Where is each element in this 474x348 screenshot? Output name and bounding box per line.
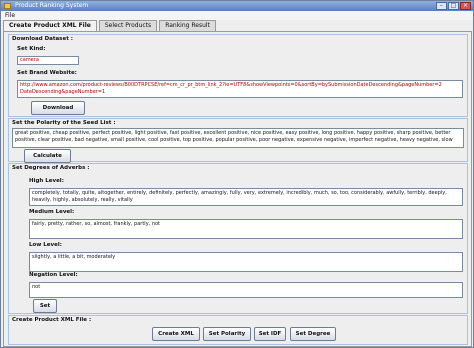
menu-file[interactable]: File <box>5 12 15 19</box>
seed-list-textarea[interactable]: great positive, cheap positive, perfect … <box>12 128 464 148</box>
brand-website-line-1: http://www.amazon.com/product-reviews/B0… <box>20 82 442 88</box>
low-level-input[interactable]: slightly, a little, a bit, moderately <box>29 252 463 272</box>
set-kind-label: Set Kind: <box>17 46 46 52</box>
title-bar: Product Ranking System – □ × <box>1 1 473 11</box>
app-window: Product Ranking System – □ × File Create… <box>0 0 474 348</box>
window-title: Product Ranking System <box>15 2 89 9</box>
low-level-label: Low Level: <box>29 242 62 248</box>
negation-level-input[interactable]: not <box>29 282 463 298</box>
kind-input[interactable]: camera <box>17 56 79 65</box>
brand-website-input[interactable]: http://www.amazon.com/product-reviews/B0… <box>17 80 463 98</box>
create-xml-group: Create Product XML File : Create XML Set… <box>8 315 468 345</box>
maximize-icon[interactable]: □ <box>448 2 459 10</box>
seed-polarity-group: Set the Polarity of the Seed List : grea… <box>8 118 468 163</box>
create-xml-button[interactable]: Create XML <box>152 327 200 341</box>
download-button[interactable]: Download <box>31 101 85 115</box>
window-controls: – □ × <box>436 2 471 10</box>
menu-bar: File <box>1 11 473 20</box>
adverb-degrees-title: Set Degrees of Adverbs : <box>12 165 90 171</box>
tab-create-product-xml[interactable]: Create Product XML File <box>3 20 97 31</box>
set-degree-button[interactable]: Set Degree <box>290 327 336 341</box>
high-level-label: High Level: <box>29 178 64 184</box>
set-button[interactable]: Set <box>33 299 57 313</box>
negation-level-label: Negation Level: <box>29 272 78 278</box>
close-icon[interactable]: × <box>460 2 471 10</box>
medium-level-input[interactable]: fairly, pretty, rather, so, almost, fran… <box>29 219 463 239</box>
download-dataset-title: Download Dataset : <box>12 36 73 42</box>
medium-level-label: Medium Level: <box>29 209 75 215</box>
tab-strip: Create Product XML File Select Products … <box>3 20 216 31</box>
tab-select-products[interactable]: Select Products <box>98 20 158 31</box>
tab-panel: Download Dataset : Set Kind: camera Set … <box>3 31 472 347</box>
set-idf-button[interactable]: Set IDF <box>254 327 286 341</box>
seed-polarity-title: Set the Polarity of the Seed List : <box>12 120 116 126</box>
tab-ranking-result[interactable]: Ranking Result <box>159 20 216 31</box>
minimize-icon[interactable]: – <box>436 2 447 10</box>
create-xml-title: Create Product XML File : <box>12 317 92 323</box>
set-polarity-button[interactable]: Set Polarity <box>203 327 251 341</box>
brand-website-line-2: DateDescending&pageNumber=1 <box>20 89 106 95</box>
set-brand-website-label: Set Brand Website: <box>17 70 77 76</box>
high-level-input[interactable]: completely, totally, quite, altogether, … <box>29 188 463 206</box>
download-dataset-group: Download Dataset : Set Kind: camera Set … <box>8 34 468 117</box>
calculate-button[interactable]: Calculate <box>24 149 71 163</box>
app-icon <box>4 3 11 9</box>
adverb-degrees-group: Set Degrees of Adverbs : High Level: com… <box>8 163 468 314</box>
